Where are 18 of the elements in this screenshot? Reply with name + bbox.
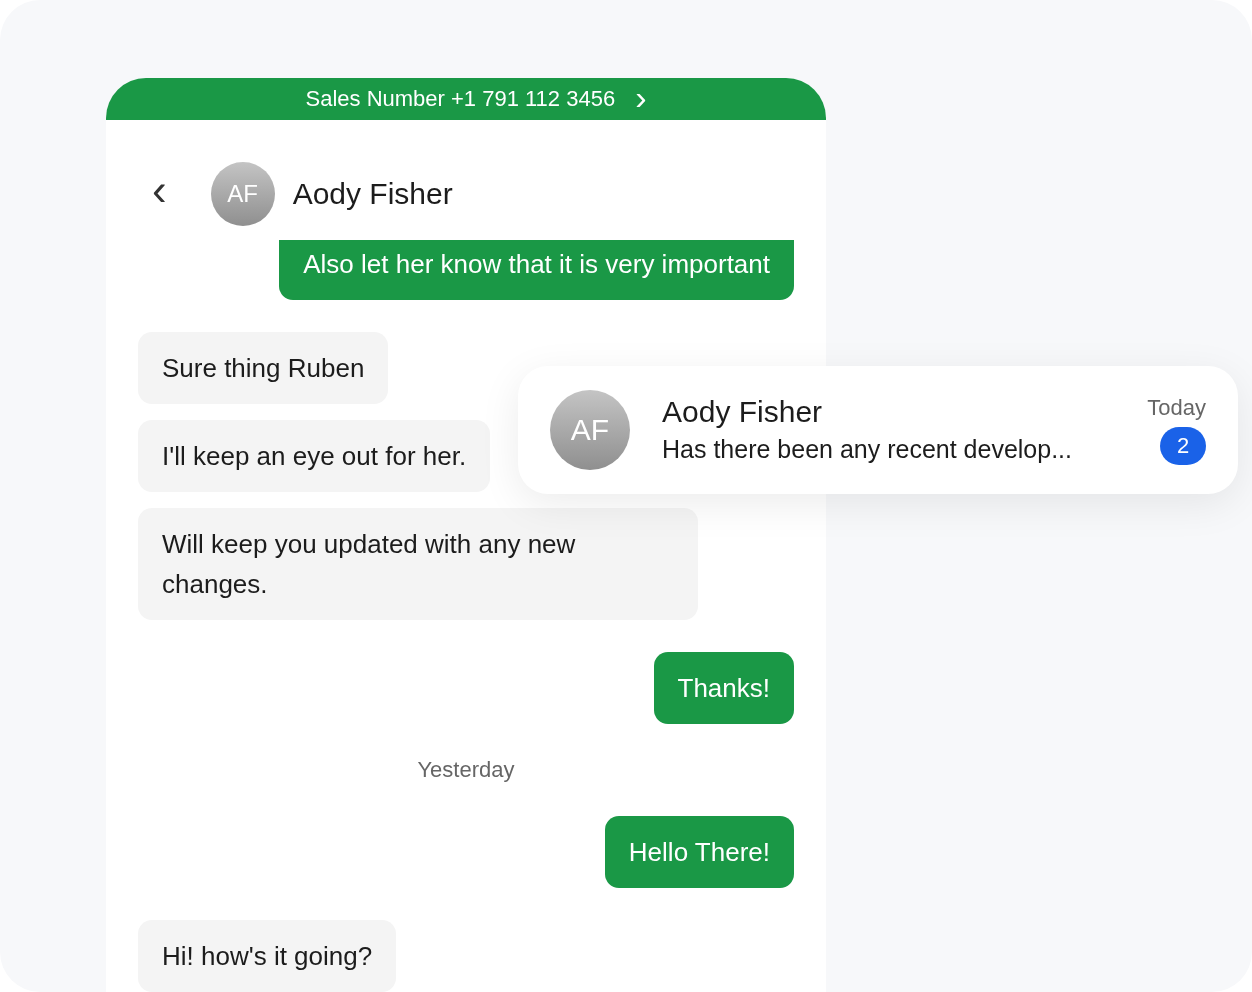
sent-message: Also let her know that it is very important [279,240,794,300]
received-message: Will keep you updated with any new changes. [138,508,698,620]
received-message: Sure thing Ruben [138,332,389,404]
received-message: Hi! how's it going? [138,920,397,992]
date-separator: Yesterday [417,756,515,784]
sent-message: Thanks! [653,652,794,724]
message-preview: Has there been any recent develop... [662,434,1073,465]
unread-count-badge: 2 [1160,427,1206,465]
back-button[interactable]: ‹ [146,168,173,212]
sales-number-banner[interactable]: Sales Number +1 791 112 3456 › [106,78,826,120]
contact-name: Aody Fisher [292,177,453,211]
message-time: Today [1147,395,1206,421]
contact-name: Aody Fisher [662,394,824,430]
contact-avatar: AF [550,390,630,470]
received-message: I'll keep an eye out for her. [138,420,491,492]
sent-message: Hello There! [604,816,794,888]
notification-card[interactable]: AF Aody Fisher Has there been any recent develop... Today 2 [518,366,1238,494]
contact-avatar: AF [210,162,275,226]
